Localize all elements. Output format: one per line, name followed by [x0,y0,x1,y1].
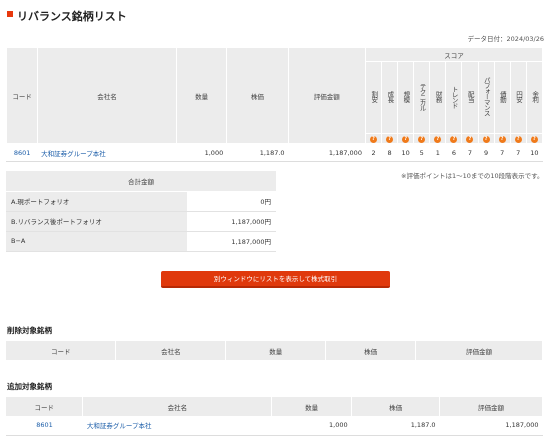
quantity-value: 1,000 [175,143,228,162]
score-label-3: テクニカル [417,82,426,111]
col-header-quantity: 数量 [175,47,228,144]
del-col-company: 会社名 [115,341,227,360]
table-row: 8601 大和証券グループ本社 1,000 1,187.0 1,187,000 … [5,143,544,162]
score-value: 7 [493,143,511,162]
stock-code-link[interactable]: 8601 [5,143,39,162]
help-icon[interactable]: ? [434,136,442,143]
del-col-value: 評価金額 [415,341,543,360]
add-stock-code-link[interactable]: 8601 [6,416,83,436]
help-icon[interactable]: ? [418,136,426,143]
summary-label-rebalanced: B.リバランス後ポートフォリオ [6,211,187,232]
col-header-price: 株価 [226,47,289,144]
summary-header: 合計金額 [6,171,276,192]
score-label-9: 円安 [514,91,523,102]
page-title: リバランス銘柄リスト [17,10,127,23]
score-note: ※評価ポイントは1〜10までの10段階表示です。 [401,172,544,180]
help-icon[interactable]: ? [450,136,458,143]
col-header-score: スコア [364,47,544,62]
summary-table: 合計金額 A.現ポートフォリオ 0円 B.リバランス後ポートフォリオ 1,187… [6,171,276,252]
score-value: 9 [477,143,495,162]
add-col-code: コード [6,397,84,416]
score-value: 5 [413,143,431,162]
help-icon[interactable]: ? [466,136,474,143]
rebalance-table: コード 会社名 数量 株価 評価金額 スコア 割安 成長 規模 テクニカル 財務… [5,47,544,162]
score-value: 7 [461,143,479,162]
score-value: 10 [525,143,544,162]
delete-section-title: 削除対象銘柄 [7,326,52,335]
score-value: 10 [397,143,415,162]
score-value: 7 [509,143,527,162]
trade-in-new-window-button[interactable]: 別ウィンドウにリストを表示して株式取引 [161,271,390,288]
add-price-value: 1,187.0 [351,416,440,436]
add-col-value: 評価金額 [439,397,543,416]
score-value: 6 [445,143,463,162]
col-header-value: 評価金額 [287,47,366,144]
score-value: 1 [429,143,447,162]
help-icon[interactable]: ? [402,136,410,143]
score-label-6: 配当 [466,91,475,102]
summary-label-diff: B−A [6,231,187,252]
help-icon[interactable]: ? [530,136,538,143]
add-valuation-value: 1,187,000 [439,416,543,436]
del-col-code: コード [6,341,117,360]
add-company-link[interactable]: 大和証券グループ本社 [82,416,272,436]
summary-value-diff: 1,187,000円 [187,231,276,252]
add-table: コード 会社名 数量 株価 評価金額 8601 大和証券グループ本社 1,000… [6,397,543,436]
summary-value-current: 0円 [187,191,276,212]
score-label-4: 財務 [434,91,443,102]
score-label-0: 割安 [369,91,378,102]
summary-value-rebalanced: 1,187,000円 [187,211,276,232]
del-col-price: 株価 [325,341,417,360]
summary-label-current: A.現ポートフォリオ [6,191,187,212]
title-marker [7,11,13,17]
add-col-quantity: 数量 [271,397,353,416]
col-header-code: コード [5,47,39,144]
score-label-7: パフォーマンス [482,77,491,116]
add-section-title: 追加対象銘柄 [7,382,52,391]
price-value: 1,187.0 [226,143,289,162]
add-col-price: 株価 [351,397,441,416]
valuation-value: 1,187,000 [287,143,366,162]
help-icon[interactable]: ? [386,136,394,143]
help-icon[interactable]: ? [482,136,490,143]
help-icon[interactable]: ? [514,136,522,143]
score-label-2: 規模 [401,91,410,102]
del-col-quantity: 数量 [225,341,327,360]
score-value: 8 [381,143,399,162]
company-link[interactable]: 大和証券グループ本社 [37,143,177,162]
score-label-10: 金利 [530,91,539,102]
add-col-company: 会社名 [82,397,273,416]
data-date: データ日付：2024/03/26 [467,35,544,43]
score-label-5: トレンド [450,85,459,108]
help-icon[interactable]: ? [498,136,506,143]
help-icon[interactable]: ? [370,136,377,143]
table-row: 8601 大和証券グループ本社 1,000 1,187.0 1,187,000 [6,416,543,436]
score-value: 2 [364,143,383,162]
score-label-8: 債動 [498,91,507,102]
score-label-1: 成長 [385,91,394,102]
delete-table: コード 会社名 数量 株価 評価金額 [6,341,543,360]
col-header-company: 会社名 [37,47,177,144]
add-quantity-value: 1,000 [271,416,352,436]
